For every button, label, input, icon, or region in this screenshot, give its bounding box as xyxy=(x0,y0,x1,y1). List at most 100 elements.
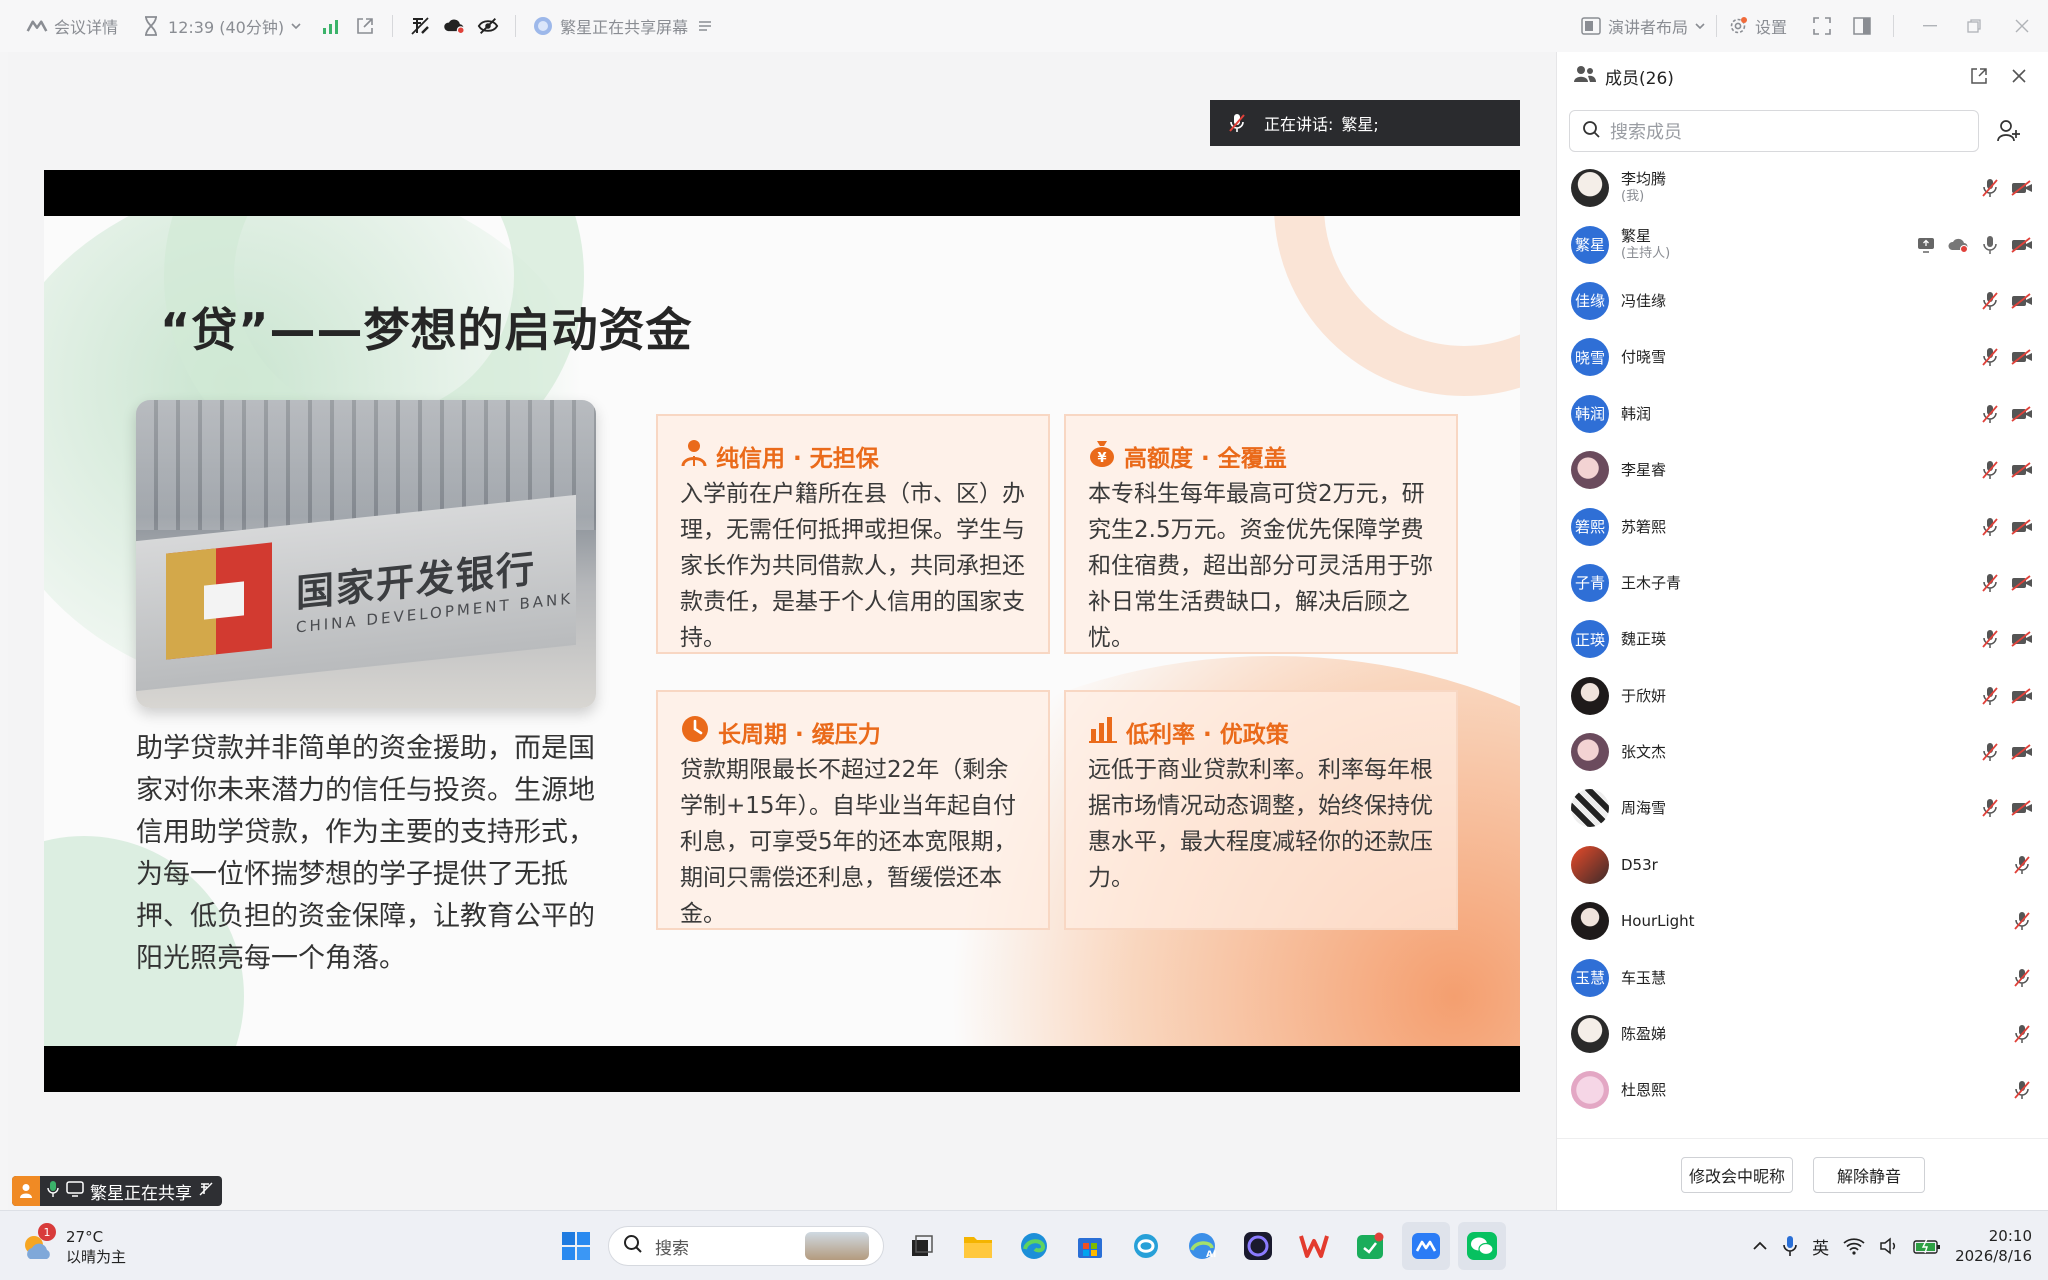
microsoft-store-button[interactable] xyxy=(1066,1222,1114,1270)
camera-off-icon[interactable] xyxy=(2010,176,2034,200)
speaker-layout-button[interactable]: 演讲者布局 xyxy=(1574,0,1712,52)
member-row[interactable]: 晓雪 付晓雪 xyxy=(1557,329,2048,385)
mic-muted-icon[interactable] xyxy=(2010,1022,2034,1046)
member-row[interactable]: 韩润 韩润 xyxy=(1557,386,2048,442)
member-row[interactable]: 李均腾 (我) xyxy=(1557,160,2048,216)
mic-muted-icon[interactable] xyxy=(1978,345,2002,369)
mic-muted-icon[interactable] xyxy=(2010,966,2034,990)
member-row[interactable]: HourLight xyxy=(1557,893,2048,949)
member-row[interactable]: D53r xyxy=(1557,837,2048,893)
mic-muted-icon[interactable] xyxy=(1978,684,2002,708)
edge-browser-button[interactable] xyxy=(1010,1222,1058,1270)
screen-share-icon[interactable] xyxy=(1914,233,1938,257)
member-row[interactable]: 陈盈娣 xyxy=(1557,1006,2048,1062)
settings-button[interactable]: 设置 xyxy=(1721,0,1793,52)
meeting-timer[interactable]: 12:39 (40分钟) xyxy=(134,0,308,52)
member-row[interactable]: 玉慧 车玉慧 xyxy=(1557,949,2048,1005)
wifi-button[interactable] xyxy=(1843,1237,1865,1255)
minimize-button[interactable] xyxy=(1908,0,1952,52)
member-name: 繁星 xyxy=(1621,226,1652,245)
member-row[interactable]: 箬熙 苏箬熙 xyxy=(1557,498,2048,554)
copilot-app-button[interactable] xyxy=(1122,1222,1170,1270)
member-search-input[interactable]: 搜索成员 xyxy=(1569,110,1979,152)
weather-widget[interactable]: 1 27°C 以晴为主 xyxy=(20,1223,126,1267)
close-panel-button[interactable] xyxy=(2006,69,2032,83)
mic-muted-icon[interactable] xyxy=(2010,909,2034,933)
svg-text:¥: ¥ xyxy=(1097,451,1106,466)
toggle-sidebar-button[interactable] xyxy=(1845,0,1879,52)
wps-office-button[interactable] xyxy=(1290,1222,1338,1270)
mic-muted-icon[interactable] xyxy=(1978,515,2002,539)
popout-button[interactable] xyxy=(348,0,382,52)
mic-muted-icon[interactable] xyxy=(1978,402,2002,426)
member-row[interactable]: 杜恩熙 xyxy=(1557,1062,2048,1118)
restore-button[interactable] xyxy=(1952,0,1996,52)
popout-panel-button[interactable] xyxy=(1966,68,1992,84)
rename-in-meeting-button[interactable]: 修改会中昵称 xyxy=(1681,1156,1793,1193)
avatar: 繁星 xyxy=(1571,225,1609,264)
sharing-status[interactable]: 繁星正在共享屏幕 xyxy=(526,0,722,52)
camera-off-icon[interactable] xyxy=(2010,233,2034,257)
member-row[interactable]: 李星睿 xyxy=(1557,442,2048,498)
hide-video-button[interactable] xyxy=(471,0,505,52)
member-row[interactable]: 周海雪 xyxy=(1557,780,2048,836)
mic-muted-icon[interactable] xyxy=(1978,796,2002,820)
camera-off-icon[interactable] xyxy=(2010,458,2034,482)
camera-off-icon[interactable] xyxy=(2010,796,2034,820)
volume-button[interactable] xyxy=(1879,1237,1899,1255)
network-signal-button[interactable] xyxy=(314,0,348,52)
mic-muted-icon[interactable] xyxy=(1978,458,2002,482)
task-view-button[interactable] xyxy=(898,1222,946,1270)
member-name: 苏箬熙 xyxy=(1621,517,1667,536)
member-row[interactable]: 于欣妍 xyxy=(1557,668,2048,724)
mic-muted-icon[interactable] xyxy=(2010,853,2034,877)
avatar xyxy=(1571,845,1609,884)
close-window-button[interactable] xyxy=(1996,0,2048,52)
wechat-taskbar-button[interactable] xyxy=(1458,1222,1506,1270)
mic-muted-icon[interactable] xyxy=(1978,176,2002,200)
green-app-button[interactable] xyxy=(1346,1222,1394,1270)
member-row[interactable]: 正瑛 魏正瑛 xyxy=(1557,611,2048,667)
mic-muted-icon[interactable] xyxy=(1978,627,2002,651)
mic-muted-icon[interactable] xyxy=(1978,571,2002,595)
cloud-record-icon[interactable] xyxy=(1946,233,1970,257)
member-row[interactable]: 子青 王木子青 xyxy=(1557,555,2048,611)
mic-muted-icon[interactable] xyxy=(1978,740,2002,764)
mic-muted-icon[interactable] xyxy=(2010,1078,2034,1102)
start-button[interactable] xyxy=(552,1222,600,1270)
member-row[interactable]: 繁星 繁星 (主持人) xyxy=(1557,216,2048,272)
screen-share-indicator[interactable]: 繁星正在共享 xyxy=(12,1176,222,1206)
fullscreen-button[interactable] xyxy=(1805,0,1839,52)
camera-off-icon[interactable] xyxy=(2010,515,2034,539)
member-status-icons xyxy=(1978,402,2034,426)
meeting-details-button[interactable]: 会议详情 xyxy=(20,0,124,52)
input-method-indicator[interactable]: 英 xyxy=(1812,1234,1829,1259)
camera-off-icon[interactable] xyxy=(2010,684,2034,708)
unmute-all-button[interactable]: 解除静音 xyxy=(1813,1156,1925,1193)
weather-temperature: 27°C xyxy=(66,1228,104,1246)
ai-browser-button[interactable]: AI xyxy=(1178,1222,1226,1270)
file-explorer-button[interactable] xyxy=(954,1222,1002,1270)
camera-off-icon[interactable] xyxy=(2010,345,2034,369)
taskbar-search[interactable]: 搜索 xyxy=(608,1226,884,1266)
camera-off-icon[interactable] xyxy=(2010,289,2034,313)
taskbar-clock[interactable]: 20:10 2026/8/16 xyxy=(1955,1226,2032,1266)
system-tray: 英 20:10 2026/8/16 xyxy=(1752,1211,2032,1280)
tray-mic-button[interactable] xyxy=(1782,1235,1798,1257)
camera-off-icon[interactable] xyxy=(2010,571,2034,595)
annotation-off-button[interactable] xyxy=(403,0,437,52)
tencent-meeting-taskbar-button[interactable] xyxy=(1402,1222,1450,1270)
mic-icon[interactable] xyxy=(1978,233,2002,257)
media-app-button[interactable] xyxy=(1234,1222,1282,1270)
invite-member-button[interactable] xyxy=(1989,111,2029,151)
person-icon xyxy=(680,438,708,474)
cloud-recording-button[interactable] xyxy=(437,0,471,52)
tray-overflow-button[interactable] xyxy=(1752,1241,1768,1251)
camera-off-icon[interactable] xyxy=(2010,740,2034,764)
battery-button[interactable] xyxy=(1913,1238,1941,1254)
member-row[interactable]: 佳缘 冯佳缘 xyxy=(1557,273,2048,329)
mic-muted-icon[interactable] xyxy=(1978,289,2002,313)
member-row[interactable]: 张文杰 xyxy=(1557,724,2048,780)
camera-off-icon[interactable] xyxy=(2010,402,2034,426)
camera-off-icon[interactable] xyxy=(2010,627,2034,651)
